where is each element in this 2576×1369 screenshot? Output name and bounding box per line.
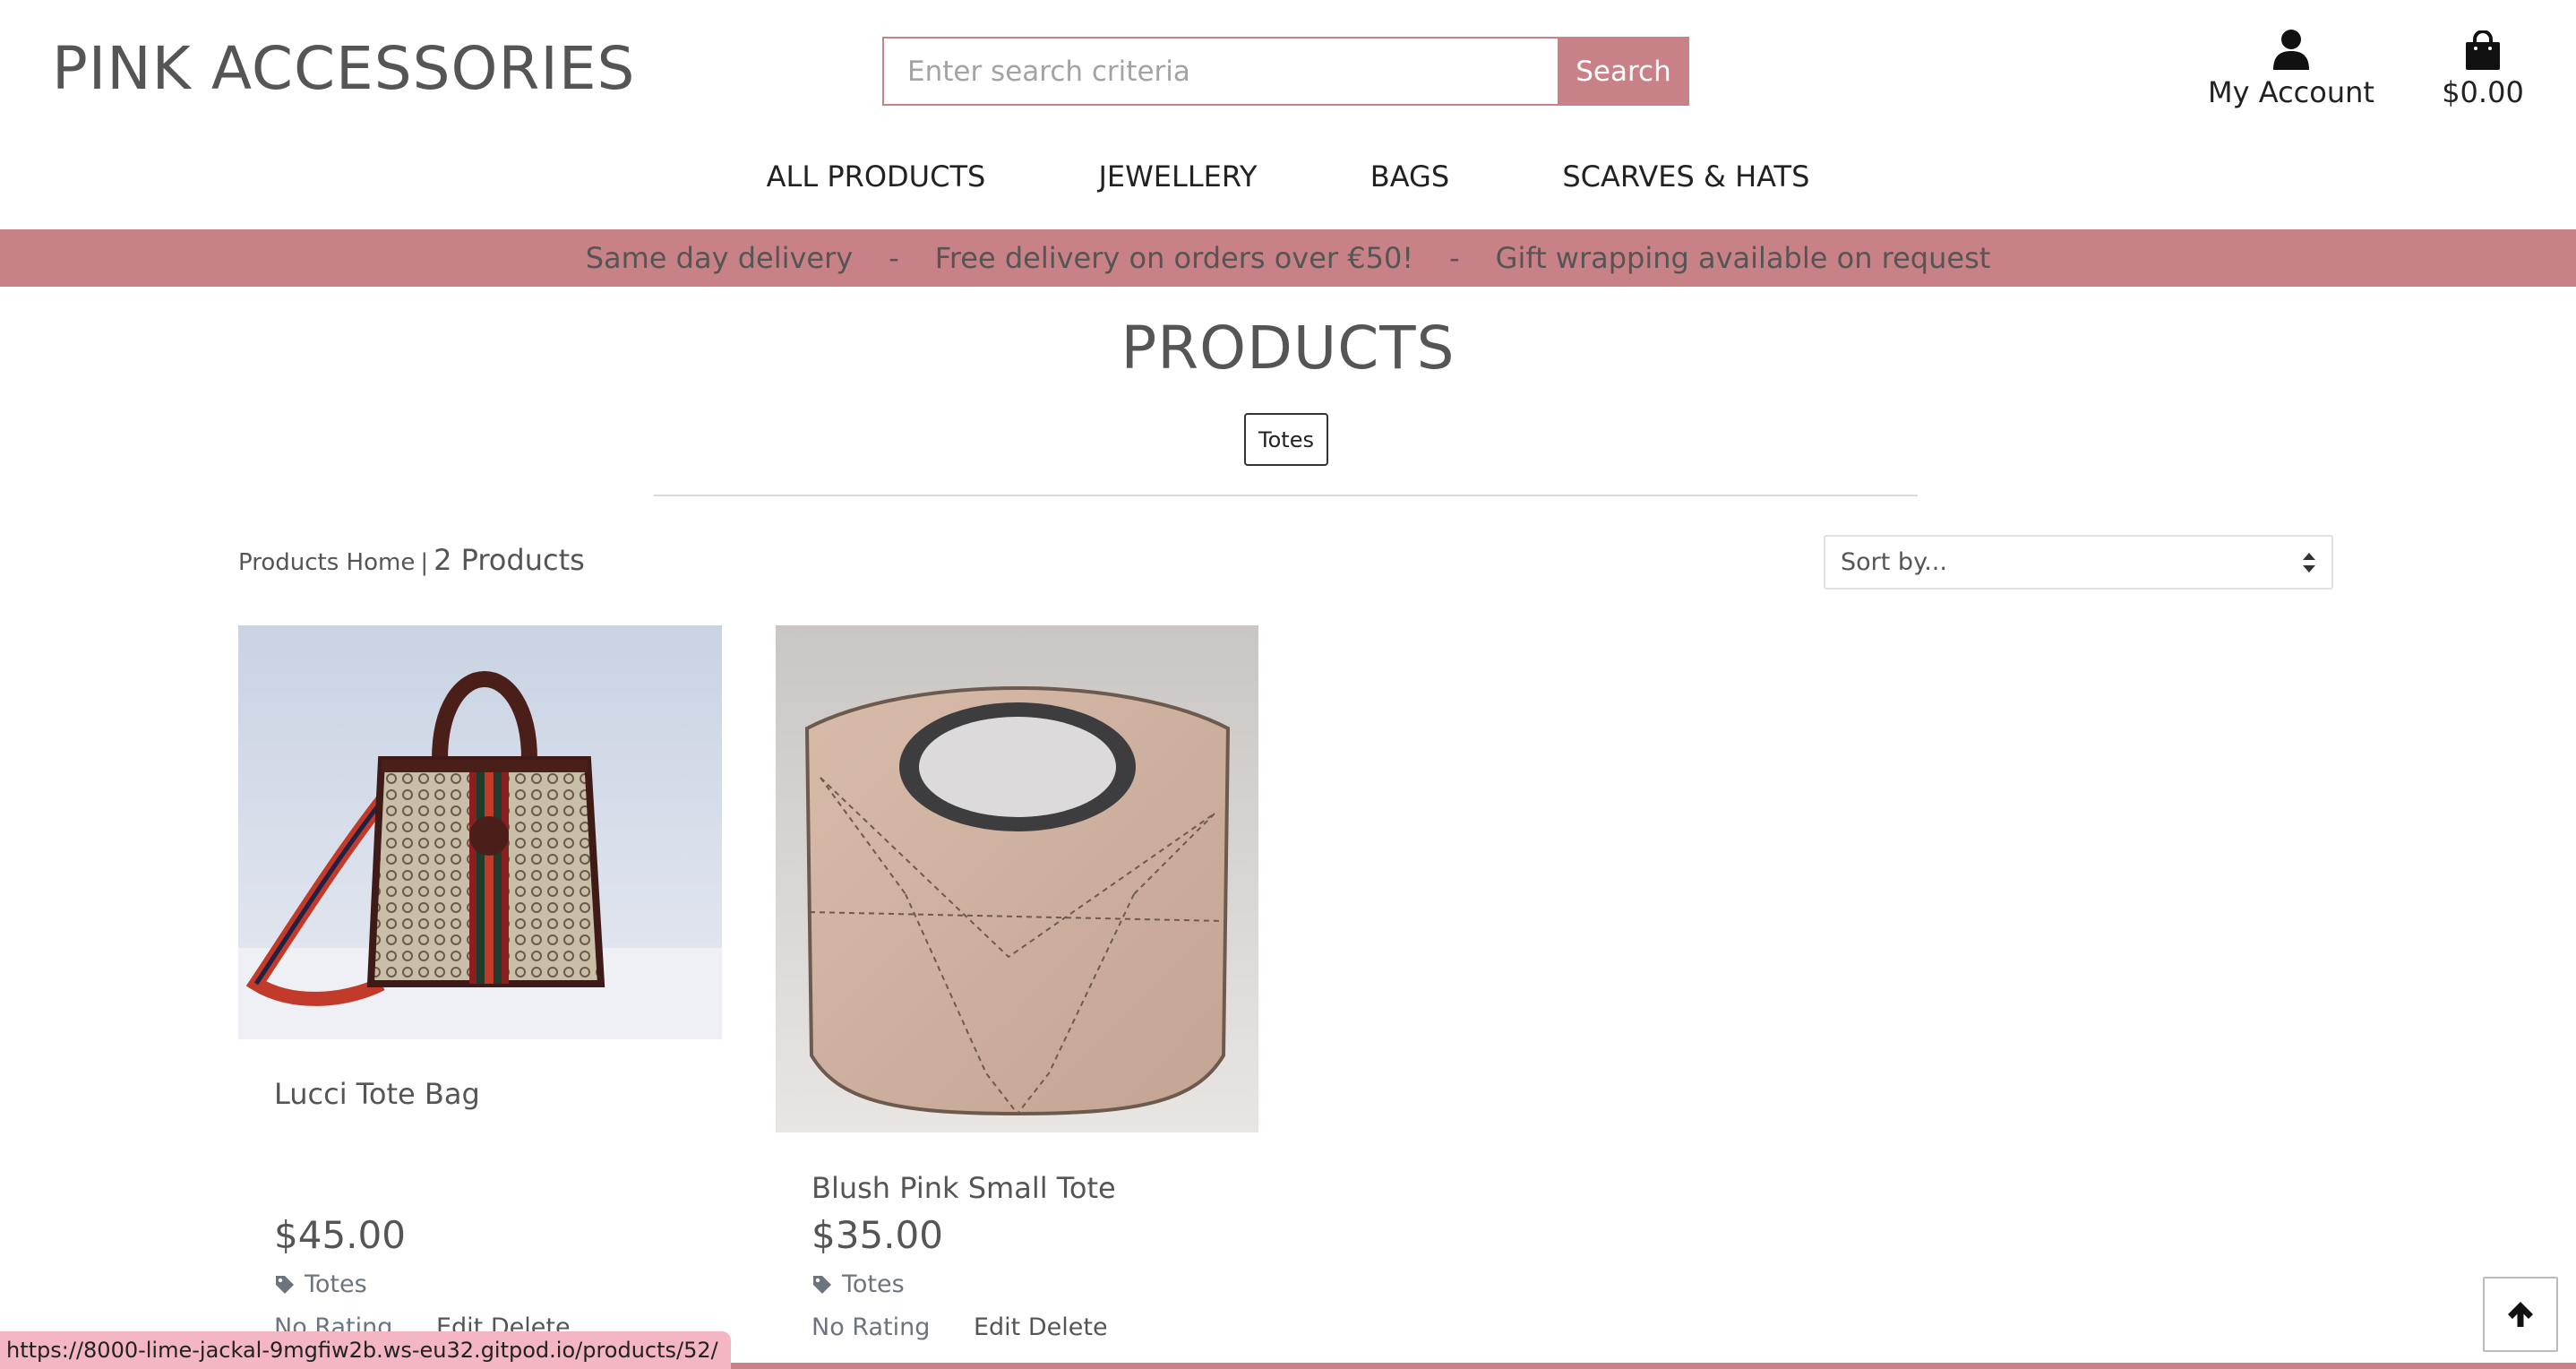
arrow-up-icon bbox=[2508, 1302, 2533, 1327]
products-home-link[interactable]: Products Home bbox=[238, 549, 415, 576]
category-badge-totes[interactable]: Totes bbox=[1244, 413, 1328, 466]
banner-separator: - bbox=[1449, 241, 1460, 275]
nav-all-products[interactable]: ALL PRODUCTS bbox=[767, 159, 986, 194]
status-url: https://8000-lime-jackal-9mgfiw2b.ws-eu3… bbox=[6, 1338, 718, 1363]
page-title: PRODUCTS bbox=[1121, 314, 1455, 383]
sort-select[interactable]: Sort by... bbox=[1824, 535, 2333, 590]
nav-jewellery[interactable]: JEWELLERY bbox=[1098, 159, 1257, 194]
divider bbox=[654, 495, 1918, 496]
product-photo-blush-tote bbox=[776, 625, 1258, 1132]
product-count: 2 Products bbox=[434, 543, 585, 577]
main-nav: ALL PRODUCTS JEWELLERY BAGS SCARVES & HA… bbox=[0, 159, 2576, 194]
shopping-bag-icon bbox=[2466, 30, 2500, 70]
product-name[interactable]: Lucci Tote Bag bbox=[274, 1077, 480, 1111]
search-input[interactable] bbox=[882, 37, 1558, 106]
product-category-link[interactable]: Totes bbox=[274, 1270, 367, 1298]
user-icon bbox=[2273, 30, 2309, 70]
banner-message: Same day delivery bbox=[585, 241, 854, 275]
footer-strip bbox=[708, 1363, 2576, 1369]
my-account-menu[interactable]: My Account bbox=[2206, 23, 2376, 109]
nav-bags[interactable]: BAGS bbox=[1370, 159, 1449, 194]
product-count-bar: Products Home | 2 Products bbox=[238, 543, 585, 577]
my-account-label: My Account bbox=[2208, 75, 2374, 109]
tag-icon bbox=[811, 1274, 833, 1296]
back-to-top-button[interactable] bbox=[2483, 1277, 2558, 1352]
product-category-label: Totes bbox=[842, 1270, 905, 1298]
product-category-link[interactable]: Totes bbox=[811, 1270, 905, 1298]
cart-total: $0.00 bbox=[2442, 75, 2524, 109]
edit-link[interactable]: Edit bbox=[974, 1313, 1020, 1341]
product-card: Blush Pink Small Tote $35.00 Totes No Ra… bbox=[776, 625, 1258, 1369]
delivery-banner: Same day delivery - Free delivery on ord… bbox=[0, 229, 2576, 287]
sort-select-value: Sort by... bbox=[1841, 548, 1947, 576]
browser-status-bar: https://8000-lime-jackal-9mgfiw2b.ws-eu3… bbox=[0, 1331, 731, 1369]
search-form: Search bbox=[882, 37, 1689, 106]
product-price: $35.00 bbox=[811, 1213, 943, 1257]
sort-arrows-icon bbox=[2303, 552, 2315, 573]
product-name[interactable]: Blush Pink Small Tote bbox=[811, 1171, 1116, 1205]
tag-icon bbox=[274, 1274, 296, 1296]
search-button[interactable]: Search bbox=[1558, 37, 1689, 106]
brand-logo[interactable]: PINK ACCESSORIES bbox=[52, 34, 635, 103]
product-meta: No Rating Edit Delete bbox=[811, 1313, 1108, 1341]
banner-separator: - bbox=[889, 241, 899, 275]
product-price: $45.00 bbox=[274, 1213, 406, 1257]
banner-message: Free delivery on orders over €50! bbox=[934, 241, 1414, 275]
delete-link[interactable]: Delete bbox=[1028, 1313, 1108, 1341]
nav-scarves-hats[interactable]: SCARVES & HATS bbox=[1562, 159, 1809, 194]
shopping-cart[interactable]: $0.00 bbox=[2436, 23, 2529, 109]
product-image[interactable] bbox=[776, 625, 1258, 1132]
product-image[interactable] bbox=[238, 625, 722, 1039]
product-rating: No Rating bbox=[811, 1313, 931, 1341]
product-photo-lucci-tote bbox=[238, 625, 722, 1039]
separator: | bbox=[420, 549, 429, 576]
product-card: Lucci Tote Bag $45.00 Totes No Rating Ed… bbox=[238, 625, 722, 1369]
product-category-label: Totes bbox=[305, 1270, 367, 1298]
banner-message: Gift wrapping available on request bbox=[1495, 241, 1991, 275]
